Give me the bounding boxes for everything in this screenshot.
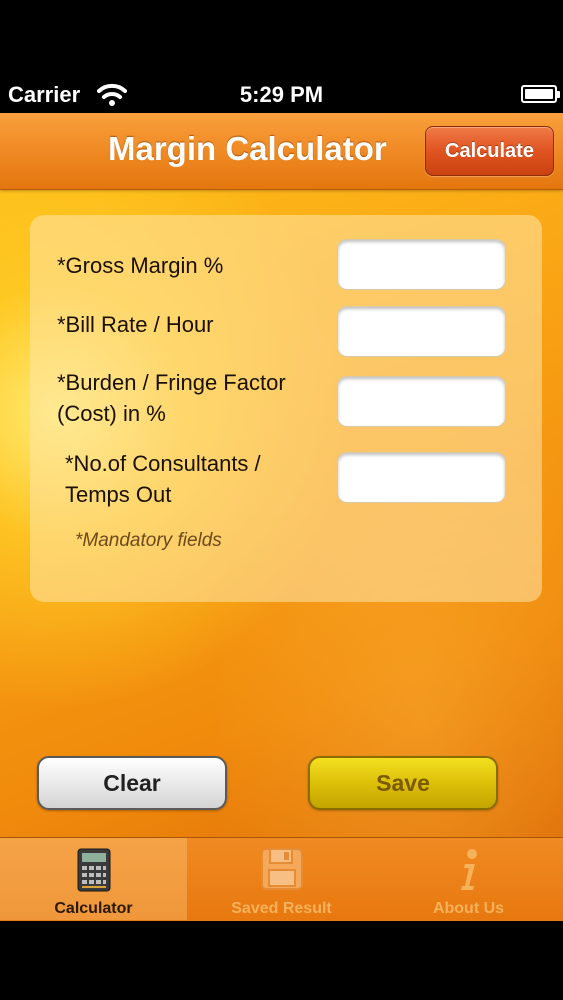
clock: 5:29 PM xyxy=(239,82,324,107)
bill-rate-input[interactable] xyxy=(337,306,506,357)
floppy-disk-icon xyxy=(260,848,303,890)
tab-calculator[interactable]: Calculator xyxy=(0,838,187,920)
calculate-button[interactable]: Calculate xyxy=(425,126,554,176)
bill-rate-label: *Bill Rate / Hour xyxy=(57,312,214,337)
consultants-input[interactable] xyxy=(337,452,506,503)
tab-label-calculator: Calculator xyxy=(54,900,133,917)
info-icon xyxy=(460,849,477,890)
tab-saved-result[interactable]: Saved Result xyxy=(188,838,375,920)
mandatory-note: *Mandatory fields xyxy=(75,530,222,551)
page-title: Margin Calculator xyxy=(108,130,387,167)
burden-factor-input[interactable] xyxy=(337,376,506,427)
calculator-icon xyxy=(77,848,110,892)
burden-factor-label: *Burden / Fringe Factor (Cost) in % xyxy=(57,370,286,426)
gross-margin-label: *Gross Margin % xyxy=(57,253,224,278)
status-bar: Carrier 5:29 PM xyxy=(0,0,563,113)
bottom-bezel xyxy=(0,921,563,1000)
tab-about-us[interactable]: About Us xyxy=(375,838,562,920)
consultants-label: *No.of Consultants / Temps Out xyxy=(65,451,261,507)
clear-button[interactable]: Clear xyxy=(37,756,227,810)
tab-label-saved-result: Saved Result xyxy=(231,900,332,917)
gross-margin-input[interactable] xyxy=(337,239,506,290)
battery-icon xyxy=(521,85,560,103)
save-button[interactable]: Save xyxy=(308,756,498,810)
tab-label-about-us: About Us xyxy=(432,900,505,917)
